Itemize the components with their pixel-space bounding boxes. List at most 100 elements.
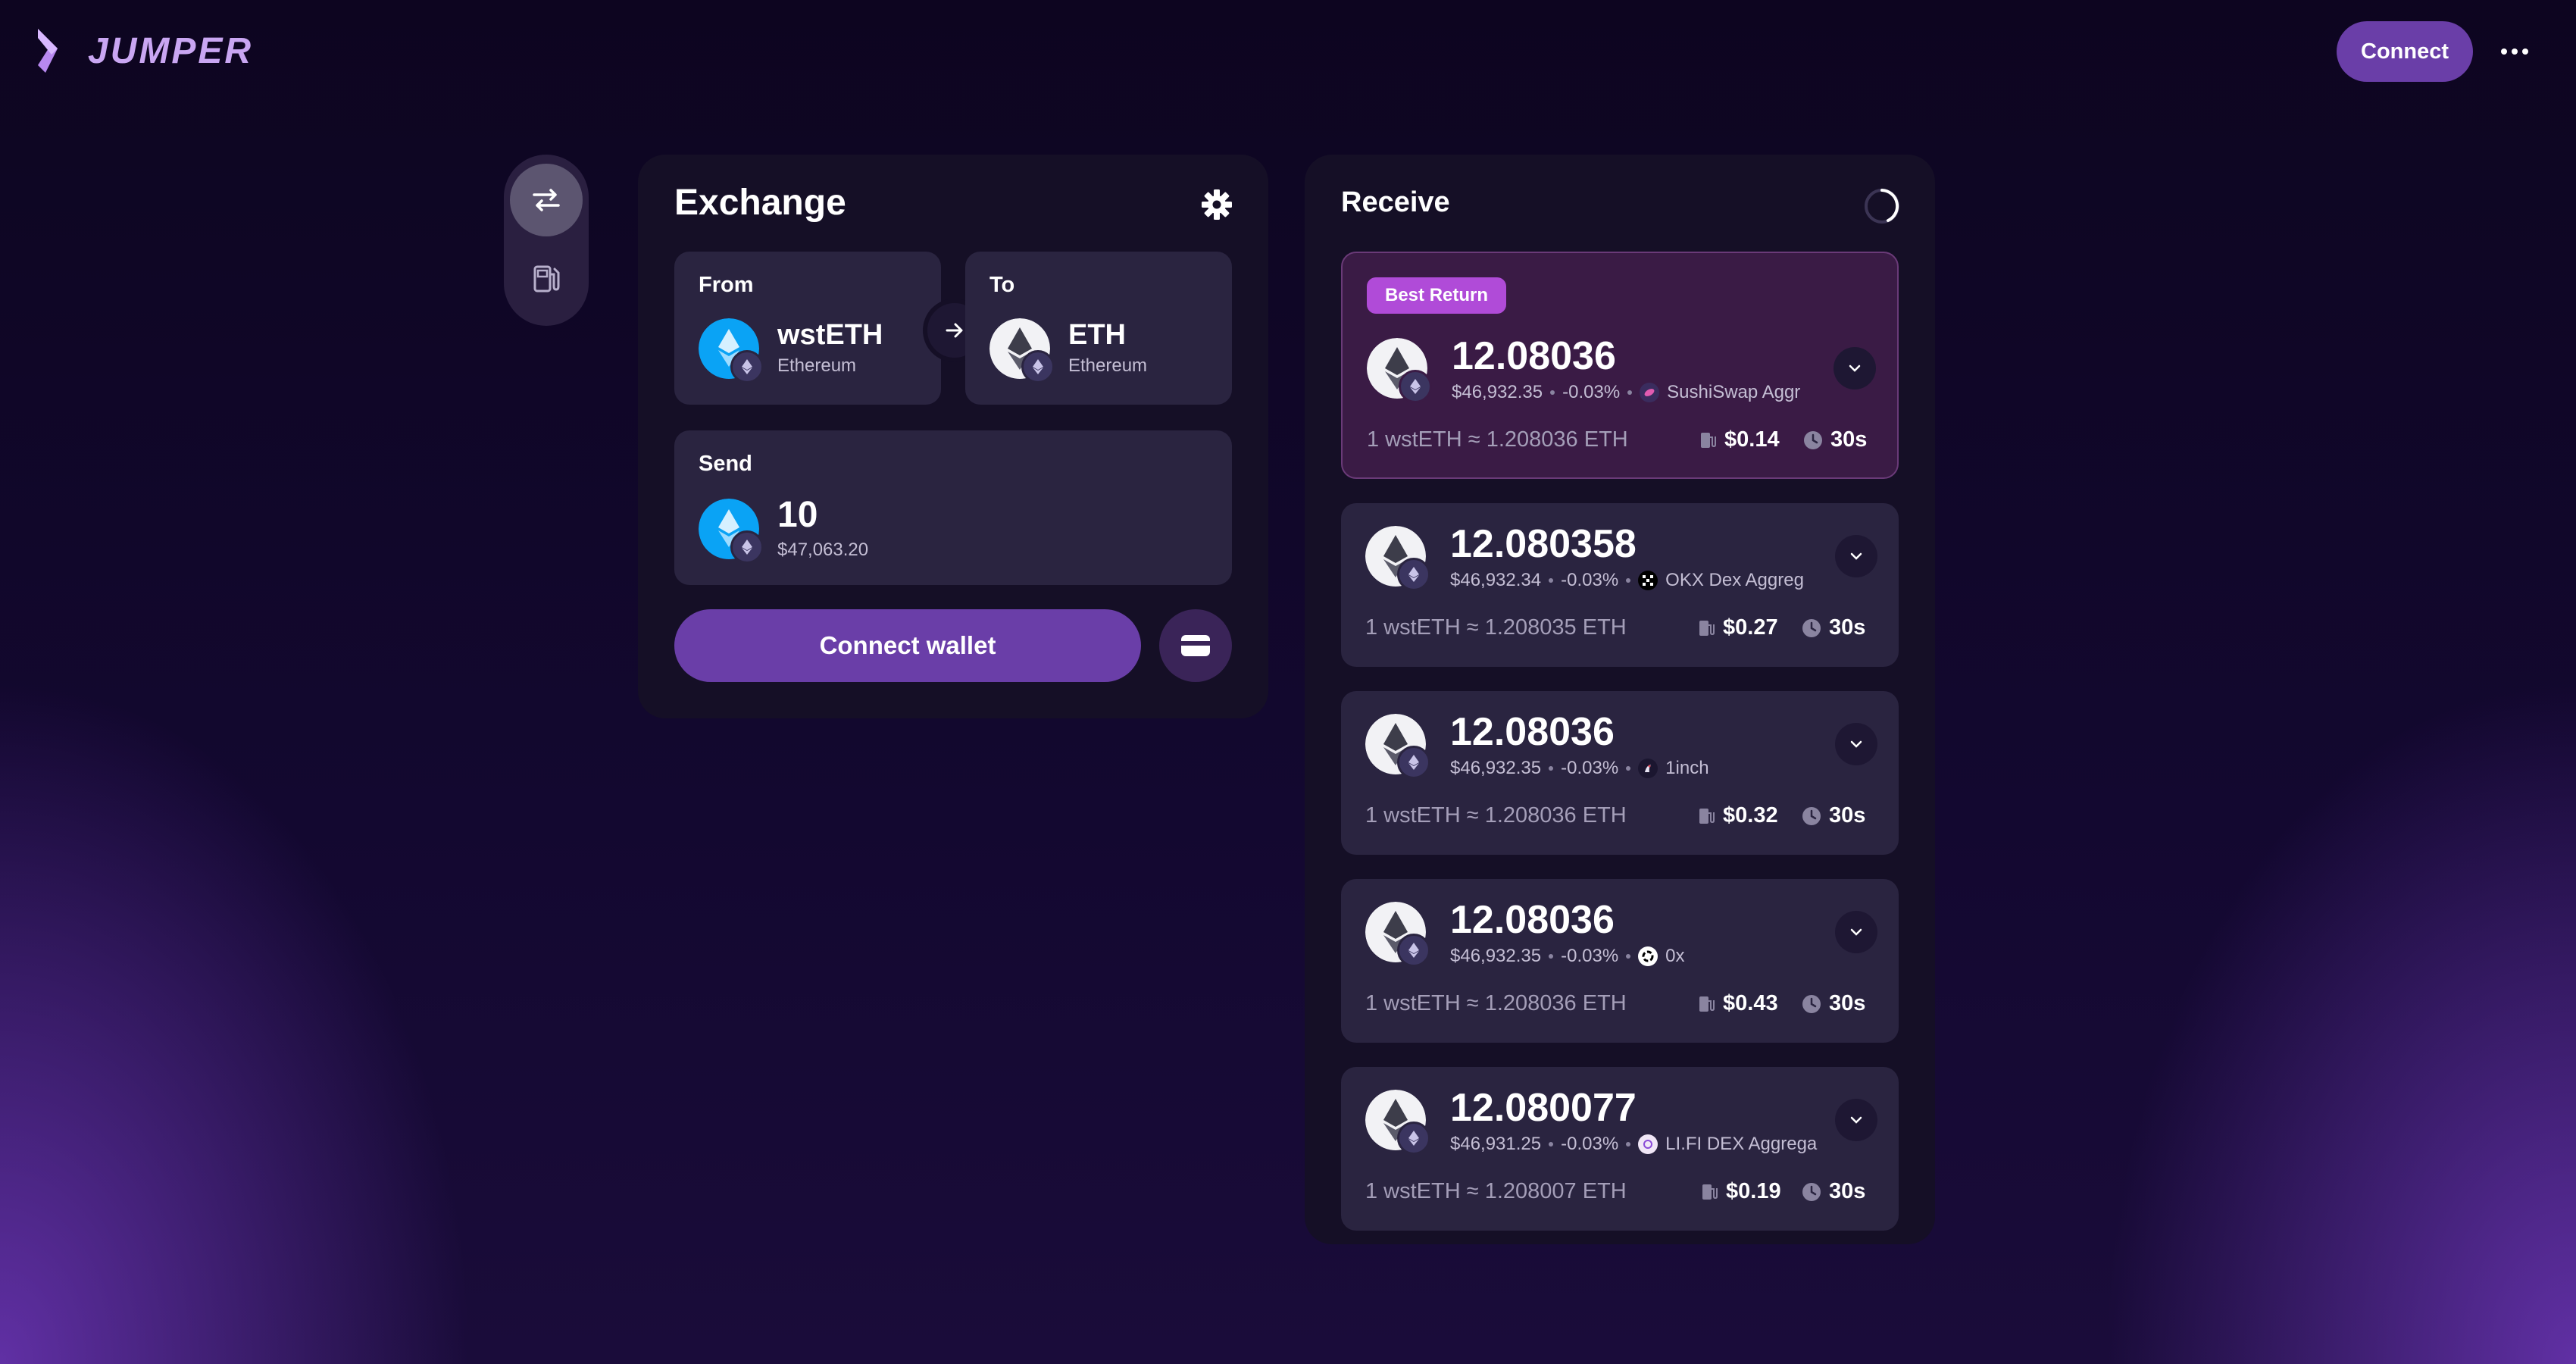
chevron-down-icon[interactable] [1835, 1099, 1877, 1141]
gas-pump-icon [1701, 432, 1716, 448]
route-card[interactable]: 12.080077 $46,931.25 -0.03% LI.FI DEX Ag… [1341, 1067, 1899, 1231]
route-provider: 1inch [1665, 758, 1709, 778]
lifi-icon [1638, 1134, 1658, 1154]
route-rate: 1 wstETH ≈ 1.208036 ETH [1367, 427, 1628, 452]
route-time: 30s [1829, 615, 1866, 640]
route-card[interactable]: Best Return 12.08036 $46,932.35 -0.03% S… [1341, 252, 1899, 479]
route-card[interactable]: 12.080358 $46,932.34 -0.03% OKX Dex Aggr… [1341, 503, 1899, 667]
route-change: -0.03% [1561, 1134, 1619, 1154]
route-change: -0.03% [1562, 382, 1621, 402]
eth-token-icon [1365, 714, 1430, 779]
connect-wallet-button[interactable]: Connect wallet [674, 609, 1141, 682]
route-provider: SushiSwap Aggr [1667, 382, 1801, 402]
eth-token-icon [1365, 526, 1430, 591]
gear-icon[interactable] [1200, 188, 1233, 221]
clock-icon [1802, 994, 1821, 1013]
clock-icon [1804, 430, 1822, 449]
ethereum-chain-icon [730, 530, 764, 564]
to-token-card[interactable]: To ETH Ethereum [965, 252, 1232, 405]
more-icon[interactable] [2496, 34, 2534, 69]
exchange-panel: Exchange From wstETH Ethereum To ETH Eth… [638, 155, 1268, 718]
route-amount: 12.080077 [1450, 1086, 1637, 1130]
route-gas-cost: $0.32 [1723, 803, 1778, 827]
route-gas-cost: $0.14 [1724, 427, 1780, 452]
route-amount: 12.08036 [1450, 710, 1615, 754]
jumper-logo[interactable]: JUMPER [35, 26, 253, 76]
route-usd: $46,931.25 [1450, 1134, 1542, 1154]
sushiswap-icon [1640, 383, 1660, 402]
to-chain-name: Ethereum [1068, 355, 1148, 376]
send-amount-card[interactable]: Send 10 $47,063.20 [674, 430, 1232, 585]
route-usd: $46,932.35 [1450, 758, 1542, 778]
from-chain-name: Ethereum [777, 355, 857, 376]
route-change: -0.03% [1561, 570, 1619, 590]
wsteth-token-icon [699, 318, 764, 383]
gas-pump-icon [533, 265, 560, 293]
nav-exchange-button[interactable] [510, 164, 583, 236]
route-provider: 0x [1665, 946, 1685, 966]
eth-token-icon [989, 318, 1055, 383]
okx-icon [1638, 571, 1658, 590]
route-change: -0.03% [1561, 946, 1619, 966]
send-amount-input[interactable]: 10 [777, 497, 868, 533]
eth-token-icon [1365, 902, 1430, 967]
clock-icon [1802, 806, 1821, 825]
route-change: -0.03% [1561, 758, 1619, 778]
connect-button[interactable]: Connect [2337, 21, 2473, 82]
wallet-icon [1181, 635, 1210, 656]
receive-title: Receive [1341, 186, 1450, 218]
route-amount: 12.08036 [1452, 334, 1616, 378]
chevron-down-icon[interactable] [1835, 723, 1877, 765]
chevron-down-icon[interactable] [1834, 347, 1876, 389]
clock-icon [1802, 618, 1821, 637]
0x-icon [1638, 946, 1658, 966]
ethereum-chain-icon [730, 350, 764, 383]
route-usd: $46,932.34 [1450, 570, 1542, 590]
route-rate: 1 wstETH ≈ 1.208007 ETH [1365, 1179, 1627, 1203]
gas-pump-icon [1702, 1184, 1718, 1200]
route-time: 30s [1829, 1179, 1866, 1203]
route-time: 30s [1830, 427, 1868, 452]
route-rate: 1 wstETH ≈ 1.208035 ETH [1365, 615, 1627, 640]
route-provider: LI.FI DEX Aggrega [1665, 1134, 1818, 1154]
route-provider: OKX Dex Aggreg [1665, 570, 1804, 590]
wallet-button[interactable] [1159, 609, 1232, 682]
route-time: 30s [1829, 803, 1866, 827]
clock-icon [1802, 1182, 1821, 1201]
receive-panel: Receive Best Return 12.08036 $46,932.35 … [1305, 155, 1935, 1244]
send-usd-value: $47,063.20 [777, 540, 869, 560]
eth-token-icon [1365, 1090, 1430, 1155]
gas-pump-icon [1699, 808, 1715, 824]
spinner-icon [1865, 189, 1899, 224]
to-label: To [989, 273, 1015, 297]
eth-token-icon [1367, 338, 1432, 403]
ethereum-chain-icon [1021, 350, 1055, 383]
side-navigation [504, 155, 589, 326]
chevron-down-icon[interactable] [1835, 911, 1877, 953]
swap-icon [533, 189, 560, 211]
nav-gas-button[interactable] [510, 242, 583, 315]
route-usd: $46,932.35 [1450, 946, 1542, 966]
route-rate: 1 wstETH ≈ 1.208036 ETH [1365, 991, 1627, 1015]
route-card[interactable]: 12.08036 $46,932.35 -0.03% 0x 1 wstETH ≈… [1341, 879, 1899, 1043]
route-gas-cost: $0.43 [1723, 991, 1778, 1015]
gas-pump-icon [1699, 996, 1715, 1012]
from-token-card[interactable]: From wstETH Ethereum [674, 252, 941, 405]
route-time: 30s [1829, 991, 1866, 1015]
route-card[interactable]: 12.08036 $46,932.35 -0.03% 1inch 1 wstET… [1341, 691, 1899, 855]
exchange-title: Exchange [674, 183, 846, 223]
route-amount: 12.08036 [1450, 898, 1615, 942]
route-rate: 1 wstETH ≈ 1.208036 ETH [1365, 803, 1627, 827]
route-amount: 12.080358 [1450, 522, 1637, 566]
arrow-right-icon [946, 323, 963, 338]
from-label: From [699, 273, 754, 297]
1inch-icon [1638, 759, 1658, 778]
chevron-down-icon[interactable] [1835, 535, 1877, 577]
from-token-symbol: wstETH [777, 319, 883, 351]
route-gas-cost: $0.19 [1726, 1179, 1781, 1203]
brand-name: JUMPER [88, 30, 254, 71]
send-label: Send [699, 452, 752, 476]
route-usd: $46,932.35 [1452, 382, 1543, 402]
best-return-badge: Best Return [1367, 277, 1507, 314]
to-token-symbol: ETH [1068, 319, 1126, 351]
